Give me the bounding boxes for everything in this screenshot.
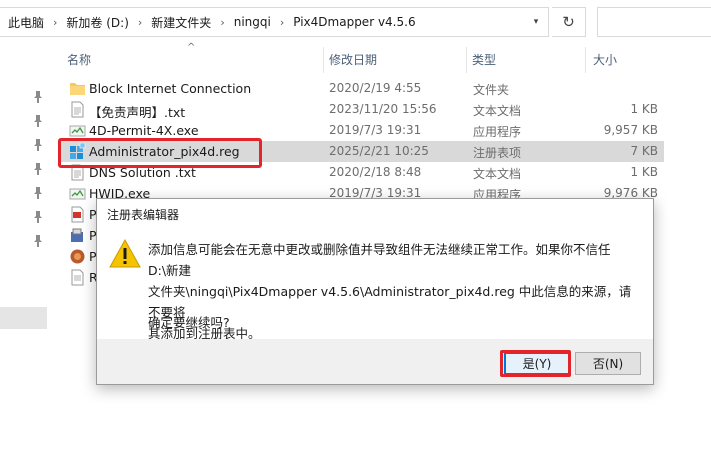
file-name: 【免责声明】.txt (89, 105, 186, 120)
column-header-size[interactable]: 大小 (585, 45, 665, 73)
dialog-body: 添加信息可能会在无意中更改或删除值并导致组件无法继续正常工作。如果你不信任 D:… (97, 229, 653, 341)
file-date: 2023/11/20 15:56 (329, 102, 437, 116)
breadcrumb-separator-icon: › (137, 15, 143, 29)
breadcrumb-separator-icon: › (53, 15, 58, 29)
installer-file-icon (71, 228, 83, 242)
dialog-message-line: 添加信息可能会在无意中更改或删除值并导致组件无法继续正常工作。如果你不信任 D:… (148, 242, 611, 278)
file-type: 应用程序 (473, 125, 522, 139)
file-type: 文件夹 (473, 83, 510, 97)
file-row-partial[interactable]: P (60, 225, 100, 246)
registry-editor-dialog: 注册表编辑器 添加信息可能会在无意中更改或删除值并导致组件无法继续正常工作。如果… (96, 198, 654, 385)
dialog-footer: 是(Y) 否(N) (97, 339, 653, 384)
file-name: Administrator_pix4d.reg (89, 144, 240, 159)
pin-icon[interactable] (33, 163, 43, 175)
yes-button[interactable]: 是(Y) (504, 352, 570, 375)
text-file-icon (71, 164, 84, 181)
file-size: 1 KB (630, 165, 658, 179)
column-header-date[interactable]: 修改日期 (323, 45, 467, 73)
exe-file-icon (69, 125, 86, 137)
pin-icon[interactable] (33, 211, 43, 223)
file-date: 2025/2/21 10:25 (329, 144, 429, 158)
file-size: 1 KB (630, 102, 658, 116)
column-header-name[interactable]: 名称 (47, 45, 323, 73)
nav-item-selected[interactable] (0, 307, 47, 329)
text-file-icon (71, 269, 84, 286)
column-header-type[interactable]: 类型 (466, 45, 586, 73)
file-row-partial[interactable]: P (60, 246, 100, 267)
file-row-partial[interactable]: R (60, 267, 100, 288)
exe-file-icon (69, 188, 86, 200)
text-file-icon (71, 101, 84, 118)
no-button[interactable]: 否(N) (575, 352, 641, 375)
search-input[interactable] (597, 7, 711, 37)
file-type: 注册表项 (473, 146, 522, 160)
file-row[interactable]: 4D-Permit-4X.exe 2019/7/3 19:31 应用程序 9,9… (60, 120, 664, 141)
dialog-title: 注册表编辑器 (107, 208, 180, 222)
folder-icon (70, 83, 85, 95)
pin-icon[interactable] (33, 115, 43, 127)
breadcrumb-new-folder[interactable]: 新建文件夹 (151, 14, 211, 31)
app-file-icon (70, 249, 85, 264)
file-row[interactable]: Block Internet Connection 2020/2/19 4:55… (60, 78, 664, 99)
breadcrumb-separator-icon: › (279, 15, 285, 29)
chevron-down-icon[interactable]: ▾ (528, 14, 544, 30)
file-row[interactable]: 【免责声明】.txt 2023/11/20 15:56 文本文档 1 KB (60, 99, 664, 120)
file-size: 9,957 KB (603, 123, 658, 137)
file-row[interactable]: DNS Solution .txt 2020/2/18 8:48 文本文档 1 … (60, 162, 664, 183)
address-bar[interactable]: 此电脑 › 新加卷 (D:) › 新建文件夹 › ningqi › Pix4Dm… (0, 7, 549, 37)
pin-icon[interactable] (33, 91, 43, 103)
navigation-pane (0, 45, 47, 457)
pin-icon[interactable] (33, 187, 43, 199)
sort-ascending-icon: ^ (187, 42, 196, 53)
file-name: Block Internet Connection (89, 81, 252, 96)
file-date: 2020/2/18 8:48 (329, 165, 422, 179)
file-type: 文本文档 (473, 167, 522, 181)
file-row-selected[interactable]: Administrator_pix4d.reg 2025/2/21 10:25 … (60, 141, 664, 162)
registry-file-icon (70, 143, 86, 159)
warning-icon (109, 239, 141, 268)
file-date: 2019/7/3 19:31 (329, 123, 422, 137)
breadcrumb-this-pc[interactable]: 此电脑 (8, 14, 44, 31)
file-date: 2020/2/19 4:55 (329, 81, 422, 95)
dialog-confirm-question: 确定要继续吗? (148, 315, 230, 330)
pdf-file-icon (71, 206, 84, 223)
file-row-partial[interactable]: P (60, 204, 100, 225)
file-size: 7 KB (630, 144, 658, 158)
pin-icon[interactable] (33, 235, 43, 247)
breadcrumb-ningqi[interactable]: ningqi (234, 15, 271, 29)
breadcrumb-pix4dmapper[interactable]: Pix4Dmapper v4.5.6 (293, 15, 415, 29)
file-name: DNS Solution .txt (89, 165, 196, 180)
breadcrumb-drive[interactable]: 新加卷 (D:) (66, 14, 128, 31)
file-name: 4D-Permit-4X.exe (89, 123, 199, 138)
refresh-icon: ↻ (562, 13, 575, 31)
address-bar-row: 此电脑 › 新加卷 (D:) › 新建文件夹 › ningqi › Pix4Dm… (0, 0, 711, 45)
refresh-button[interactable]: ↻ (552, 7, 586, 37)
breadcrumb-separator-icon: › (220, 15, 225, 29)
file-type: 文本文档 (473, 104, 522, 118)
column-headers: 名称 ^ 修改日期 类型 大小 (47, 42, 711, 75)
pin-icon[interactable] (33, 139, 43, 151)
